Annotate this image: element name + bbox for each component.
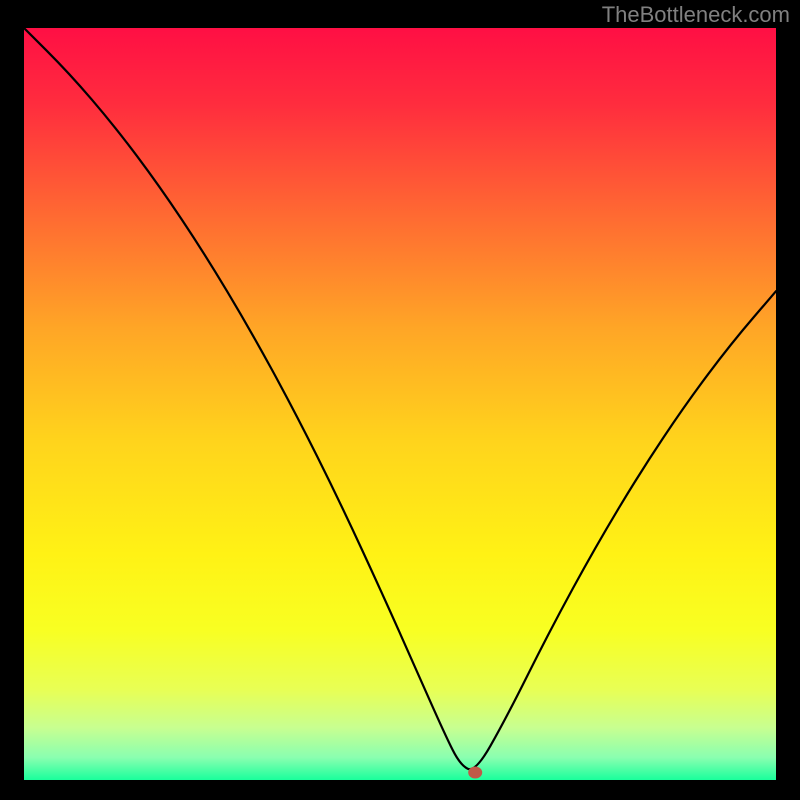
bottleneck-chart	[0, 0, 800, 800]
watermark-text: TheBottleneck.com	[602, 2, 790, 28]
optimal-marker	[468, 766, 482, 778]
plot-area	[24, 28, 776, 780]
chart-container: TheBottleneck.com	[0, 0, 800, 800]
